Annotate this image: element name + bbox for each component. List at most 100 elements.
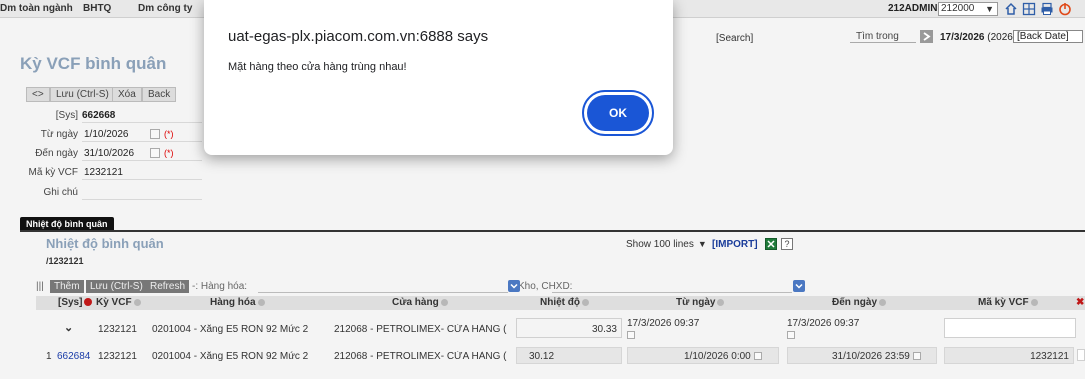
- drag-handle[interactable]: |||: [36, 281, 44, 292]
- grid-icon[interactable]: [1022, 2, 1036, 16]
- store-filter-label: Kho, CHXD:: [518, 281, 573, 292]
- row-to-date[interactable]: 31/10/2026 23:59: [787, 347, 937, 364]
- chevron-down-icon: [795, 283, 803, 289]
- from-date-input[interactable]: 1/10/2026: [84, 129, 129, 140]
- chevron-down-icon: ▼: [985, 4, 994, 14]
- next-arrow-button[interactable]: [920, 30, 933, 43]
- company-select-value: 212000: [941, 3, 975, 14]
- sort-icon[interactable]: [879, 298, 887, 306]
- vcf-code-underline: [82, 179, 202, 180]
- column-header-cua-hang[interactable]: Cửa hàng: [392, 297, 448, 308]
- back-date-button[interactable]: [Back Date]: [1013, 30, 1083, 43]
- goods-filter-dropdown[interactable]: [508, 280, 520, 292]
- section-divider: [20, 230, 1085, 232]
- vcf-code-input[interactable]: 1232121: [84, 167, 123, 178]
- grid-save-button[interactable]: Lưu (Ctrl-S): [86, 280, 147, 293]
- to-date-input[interactable]: 31/10/2026: [84, 148, 134, 159]
- edit-row-period[interactable]: 1232121: [98, 324, 137, 335]
- row-checkbox[interactable]: [1077, 349, 1085, 361]
- to-date-underline: [82, 160, 202, 161]
- page-title: Kỳ VCF bình quân: [20, 54, 167, 73]
- row-sys-link[interactable]: 662684: [57, 351, 90, 362]
- calendar-icon[interactable]: [753, 352, 762, 361]
- edit-row-store[interactable]: 212068 - PETROLIMEX- CỬA HÀNG (: [334, 324, 508, 335]
- edit-row-from-date[interactable]: 17/3/2026 09:37: [627, 318, 699, 329]
- row-to-date-value: 31/10/2026 23:59: [832, 351, 921, 362]
- user-name: 212ADMIN: [888, 3, 938, 14]
- edit-row-code-input[interactable]: [944, 318, 1076, 338]
- calendar-icon[interactable]: [150, 129, 160, 139]
- add-button[interactable]: Thêm: [50, 280, 84, 293]
- sort-icon[interactable]: [440, 298, 448, 306]
- column-header-ky-vcf[interactable]: Kỳ VCF: [96, 297, 141, 308]
- show-lines-select[interactable]: Show 100 lines ▼: [626, 239, 707, 250]
- sort-icon[interactable]: [1030, 298, 1038, 306]
- note-label: Ghi chú: [43, 187, 78, 198]
- row-period: 1232121: [98, 351, 137, 362]
- refresh-button[interactable]: Refresh: [146, 280, 190, 293]
- excel-icon[interactable]: [765, 238, 777, 250]
- row-temperature[interactable]: 30.12: [516, 347, 622, 364]
- calendar-icon[interactable]: [912, 352, 921, 361]
- back-button[interactable]: Back: [142, 87, 177, 102]
- alert-dialog: uat-egas-plx.piacom.com.vn:6888 says Mặt…: [204, 0, 673, 155]
- goods-filter-input[interactable]: [258, 292, 508, 293]
- row-expand-toggle[interactable]: ⌄: [64, 321, 73, 334]
- search-link[interactable]: [Search]: [716, 33, 753, 44]
- power-icon[interactable]: [1058, 2, 1072, 16]
- sort-icon[interactable]: [133, 298, 141, 306]
- delete-circle-icon[interactable]: [84, 298, 93, 307]
- sort-icon[interactable]: [257, 298, 265, 306]
- delete-button[interactable]: Xóa: [112, 87, 142, 102]
- save-button[interactable]: Lưu (Ctrl-S): [50, 87, 115, 102]
- edit-row-temperature-input[interactable]: 30.33: [516, 318, 622, 338]
- store-filter-dropdown[interactable]: [793, 280, 805, 292]
- row-code-value: 1232121: [1030, 351, 1069, 362]
- to-date-label: Đến ngày: [35, 148, 78, 159]
- column-header-hang-hoa[interactable]: Hàng hóa: [210, 297, 265, 308]
- dialog-message: Mặt hàng theo cửa hàng trùng nhau!: [228, 61, 407, 73]
- chevron-down-icon: ▼: [697, 239, 707, 249]
- home-icon[interactable]: [1004, 2, 1018, 16]
- delete-column-icon[interactable]: ✖: [1076, 298, 1084, 308]
- from-date-underline: [82, 141, 202, 142]
- show-lines-label: Show 100 lines: [626, 239, 694, 250]
- store-filter-input[interactable]: [552, 292, 792, 293]
- search-in-label: Tìm trong: [856, 31, 899, 42]
- edit-row-to-date[interactable]: 17/3/2026 09:37: [787, 318, 859, 329]
- column-header-ma-ky-vcf[interactable]: Mã kỳ VCF: [978, 297, 1038, 308]
- sort-icon[interactable]: [717, 298, 725, 306]
- ok-button[interactable]: OK: [582, 90, 654, 136]
- company-select[interactable]: 212000 ▼: [938, 2, 998, 16]
- row-store: 212068 - PETROLIMEX- CỬA HÀNG (: [334, 351, 507, 362]
- required-mark: (*): [164, 129, 174, 139]
- search-in-field[interactable]: Tìm trong: [850, 31, 916, 43]
- note-input[interactable]: [82, 199, 202, 200]
- menu-item-bhtq[interactable]: BHTQ: [83, 3, 111, 14]
- column-header-tu-ngay[interactable]: Từ ngày: [676, 297, 725, 308]
- print-icon[interactable]: [1040, 2, 1054, 16]
- menu-item-dm-toan-nganh[interactable]: Dm toàn ngành: [0, 3, 73, 14]
- column-header-nhiet-do[interactable]: Nhiệt độ: [540, 297, 589, 308]
- calendar-icon[interactable]: [627, 331, 635, 339]
- nav-toggle-button[interactable]: <>: [26, 87, 50, 102]
- chevron-right-icon: [923, 32, 931, 41]
- calendar-icon[interactable]: [150, 148, 160, 158]
- column-header-den-ngay[interactable]: Đến ngày: [832, 297, 887, 308]
- sort-icon[interactable]: [582, 298, 589, 306]
- menu-item-dm-cong-ty[interactable]: Dm công ty: [138, 3, 192, 14]
- row-code[interactable]: 1232121: [944, 347, 1074, 364]
- required-mark: (*): [164, 148, 174, 158]
- calendar-icon[interactable]: [787, 331, 795, 339]
- import-link[interactable]: [IMPORT]: [712, 239, 758, 250]
- dialog-title: uat-egas-plx.piacom.com.vn:6888 says: [228, 28, 489, 45]
- row-from-date[interactable]: 1/10/2026 0:00: [627, 347, 779, 364]
- from-date-label: Từ ngày: [40, 129, 78, 140]
- section-title: Nhiệt độ bình quân: [46, 236, 164, 251]
- vcf-code-label: Mã kỳ VCF: [28, 167, 78, 178]
- tab-nhiet-do-binh-quan[interactable]: Nhiệt độ bình quân: [20, 217, 114, 231]
- column-header-sys[interactable]: [Sys]: [58, 297, 94, 308]
- help-icon[interactable]: ?: [781, 238, 793, 250]
- ok-button-label: OK: [587, 95, 649, 131]
- edit-row-goods[interactable]: 0201004 - Xăng E5 RON 92 Mức 2: [152, 324, 308, 335]
